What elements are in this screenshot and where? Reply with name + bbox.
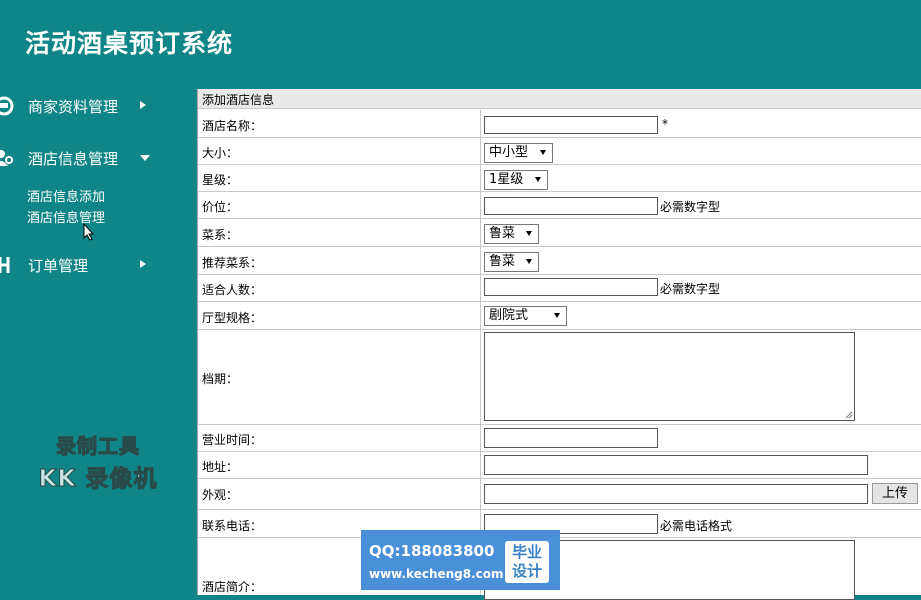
- field-label: 联系电话：: [202, 519, 263, 533]
- capacity-input[interactable]: [484, 278, 658, 296]
- menu-label: 订单管理: [28, 257, 89, 275]
- ad-url: www.kecheng8.com: [369, 567, 504, 581]
- address-input[interactable]: [484, 455, 868, 475]
- field-label: 厅型规格：: [202, 311, 263, 325]
- price-hint: 必需数字型: [660, 200, 721, 214]
- field-label: 营业时间：: [202, 433, 263, 447]
- sidebar: 商家资料管理 酒店信息管理 酒店信息添加 酒店信息管理 订单管理: [0, 79, 159, 595]
- ad-badge-line1: 毕业: [511, 543, 542, 561]
- hall-type-select[interactable]: 剧院式: [484, 306, 567, 326]
- menu-orders[interactable]: 订单管理: [0, 250, 159, 280]
- hotel-name-input[interactable]: [484, 116, 658, 134]
- ad-badge: 毕业 设计: [505, 541, 549, 583]
- merchant-icon: [0, 96, 14, 116]
- submenu-add-hotel-info[interactable]: 酒店信息添加: [27, 186, 105, 205]
- select-value: 鲁菜: [489, 254, 516, 269]
- row-recommended-cuisine: 推荐菜系： 鲁菜: [198, 247, 921, 275]
- chevron-right-icon: [140, 101, 146, 109]
- watermark-line2: KK 录像机: [38, 466, 158, 493]
- field-label: 大小：: [202, 146, 239, 160]
- order-icon: [0, 257, 10, 273]
- app-header: 活动酒桌预订系统: [0, 0, 921, 79]
- capacity-hint: 必需数字型: [660, 282, 721, 296]
- field-label: 价位：: [202, 200, 239, 214]
- menu-merchant-profile[interactable]: 商家资料管理: [0, 91, 159, 121]
- dropdown-arrow-icon: [540, 150, 546, 155]
- recorder-watermark: 录制工具 KK 录像机: [28, 430, 168, 493]
- phone-hint: 必需电话格式: [660, 519, 733, 533]
- field-label: 档期：: [202, 372, 239, 386]
- chevron-down-icon: [140, 155, 150, 161]
- star-select[interactable]: 1星级: [484, 170, 548, 190]
- row-size: 大小： 中小型: [198, 138, 921, 165]
- menu-label: 商家资料管理: [28, 98, 119, 116]
- recommended-cuisine-select[interactable]: 鲁菜: [484, 252, 539, 272]
- required-mark: *: [662, 117, 668, 131]
- dropdown-arrow-icon: [526, 259, 532, 264]
- chevron-right-icon: [140, 260, 146, 268]
- select-value: 剧院式: [489, 308, 529, 323]
- hotel-form-panel: 添加酒店信息 酒店名称： * 大小： 中小型 星级： 1星级 价位： 必需数字型…: [197, 89, 921, 600]
- watermark-line1: 录制工具: [56, 434, 140, 459]
- row-hall-type: 厅型规格： 剧院式: [198, 302, 921, 330]
- menu-label: 酒店信息管理: [28, 150, 119, 168]
- size-select[interactable]: 中小型: [484, 143, 553, 163]
- upload-button[interactable]: 上传: [872, 483, 918, 504]
- dropdown-arrow-icon: [554, 313, 560, 318]
- row-schedule: 档期：: [198, 330, 921, 425]
- row-price: 价位： 必需数字型: [198, 192, 921, 219]
- hours-input[interactable]: [484, 428, 658, 448]
- resize-grip-icon: [845, 411, 853, 419]
- row-hours: 营业时间：: [198, 425, 921, 452]
- row-cuisine: 菜系： 鲁菜: [198, 219, 921, 247]
- ad-qq: QQ:188083800: [369, 542, 495, 560]
- schedule-textarea[interactable]: [484, 332, 855, 421]
- row-hotel-name: 酒店名称： *: [198, 110, 921, 138]
- cuisine-select[interactable]: 鲁菜: [484, 224, 539, 244]
- select-value: 鲁菜: [489, 226, 516, 241]
- field-label: 推荐菜系：: [202, 256, 263, 270]
- field-label: 酒店名称：: [202, 119, 263, 133]
- app-title: 活动酒桌预订系统: [25, 29, 234, 58]
- row-appearance: 外观： 上传: [198, 479, 921, 510]
- ad-badge-line2: 设计: [511, 562, 542, 580]
- appearance-input[interactable]: [484, 484, 868, 504]
- price-input[interactable]: [484, 197, 658, 215]
- field-label: 适合人数：: [202, 283, 263, 297]
- field-label: 菜系：: [202, 228, 239, 242]
- select-value: 中小型: [489, 145, 529, 160]
- row-star: 星级： 1星级: [198, 165, 921, 192]
- row-address: 地址：: [198, 452, 921, 479]
- form-header: 添加酒店信息: [198, 89, 921, 109]
- field-label: 外观：: [202, 488, 239, 502]
- field-label: 地址：: [202, 460, 239, 474]
- dropdown-arrow-icon: [535, 177, 541, 182]
- select-value: 1星级: [489, 172, 524, 187]
- row-capacity: 适合人数： 必需数字型: [198, 275, 921, 302]
- menu-hotel-info[interactable]: 酒店信息管理: [0, 143, 159, 173]
- dropdown-arrow-icon: [526, 231, 532, 236]
- mouse-cursor-icon: [83, 223, 95, 241]
- field-label: 星级：: [202, 173, 239, 187]
- field-label: 酒店简介：: [202, 580, 263, 594]
- users-icon: [0, 150, 13, 166]
